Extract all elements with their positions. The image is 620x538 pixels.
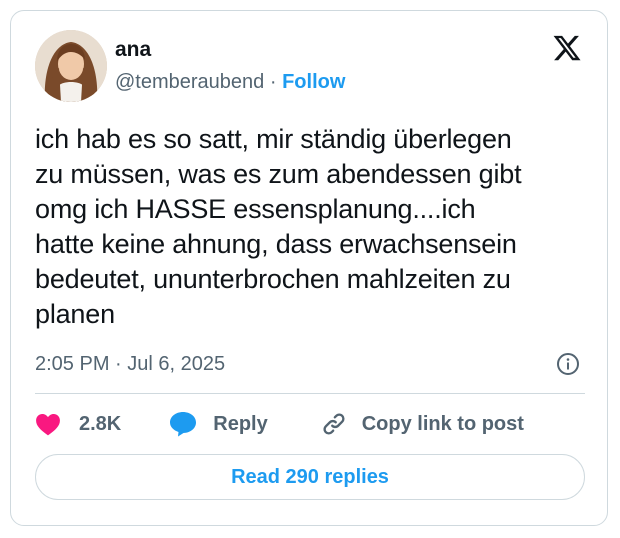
divider — [35, 393, 585, 394]
read-replies-label: Read 290 replies — [231, 465, 389, 488]
heart-icon — [35, 412, 61, 436]
read-replies-button[interactable]: Read 290 replies — [35, 454, 585, 500]
tweet-time: 2:05 PM — [35, 353, 110, 375]
like-count: 2.8K — [79, 412, 122, 435]
reply-button[interactable]: Reply — [153, 411, 268, 437]
follow-button[interactable]: Follow — [282, 71, 345, 93]
author-handle[interactable]: @temberaubend — [115, 71, 264, 93]
info-icon[interactable] — [556, 352, 580, 376]
like-button[interactable]: 2.8K — [35, 412, 121, 436]
x-logo-icon[interactable] — [552, 33, 582, 63]
link-icon — [320, 410, 348, 438]
copy-link-button[interactable]: Copy link to post — [306, 410, 524, 438]
avatar[interactable] — [35, 30, 107, 102]
tweet-card: ana @temberaubend · Follow ich hab es so… — [10, 10, 608, 526]
copy-link-label: Copy link to post — [361, 412, 524, 435]
action-bar: 2.8K Reply Copy link to post — [35, 409, 524, 439]
tweet-timestamp[interactable]: 2:05 PM · Jul 6, 2025 — [35, 352, 225, 376]
speech-bubble-icon — [169, 411, 197, 437]
reply-label: Reply — [213, 412, 268, 435]
tweet-text: ich hab es so satt, mir ständig überlege… — [35, 124, 522, 329]
handle-row: @temberaubend · Follow — [115, 70, 345, 94]
separator-dot: · — [115, 353, 122, 375]
author-name[interactable]: ana — [115, 38, 151, 62]
separator-dot: · — [269, 71, 277, 93]
tweet-date: Jul 6, 2025 — [127, 353, 226, 375]
